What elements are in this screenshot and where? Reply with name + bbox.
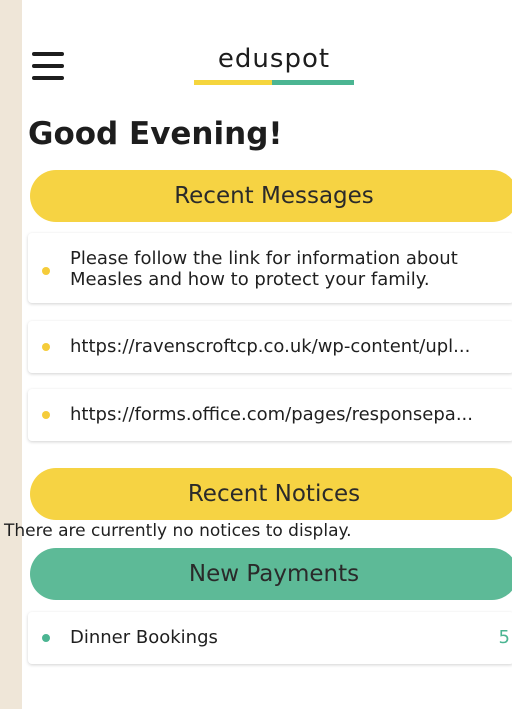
message-text: https://forms.office.com/pages/responsep…: [70, 404, 473, 425]
bullet-dot-icon: [42, 343, 50, 351]
payment-item[interactable]: Dinner Bookings 5: [28, 612, 512, 664]
bullet-dot-icon: [42, 267, 50, 275]
message-item[interactable]: https://ravenscroftcp.co.uk/wp-content/u…: [28, 321, 512, 373]
eduspot-logo: eduspot: [194, 44, 354, 85]
message-text: Please follow the link for information a…: [70, 248, 458, 290]
app-screen: eduspot Good Evening! Recent Messages Pl…: [4, 0, 512, 709]
recent-notices-title: Recent Notices: [187, 481, 361, 507]
logo-underline: [194, 80, 354, 85]
payment-count-badge: 5: [498, 627, 510, 648]
recent-messages-header[interactable]: Recent Messages: [30, 170, 512, 222]
hamburger-menu-icon[interactable]: [32, 52, 66, 80]
payment-label: Dinner Bookings: [70, 627, 218, 648]
message-text: https://ravenscroftcp.co.uk/wp-content/u…: [70, 336, 471, 357]
new-payments-title: New Payments: [188, 561, 360, 587]
bullet-dot-icon: [42, 634, 50, 642]
greeting-heading: Good Evening!: [28, 116, 283, 152]
message-item[interactable]: Please follow the link for information a…: [28, 233, 512, 303]
bullet-dot-icon: [42, 411, 50, 419]
new-payments-header[interactable]: New Payments: [30, 548, 512, 600]
notices-empty-message: There are currently no notices to displa…: [4, 521, 352, 541]
message-item[interactable]: https://forms.office.com/pages/responsep…: [28, 389, 512, 441]
recent-messages-title: Recent Messages: [174, 183, 374, 209]
recent-notices-header[interactable]: Recent Notices: [30, 468, 512, 520]
logo-text: eduspot: [217, 44, 331, 74]
